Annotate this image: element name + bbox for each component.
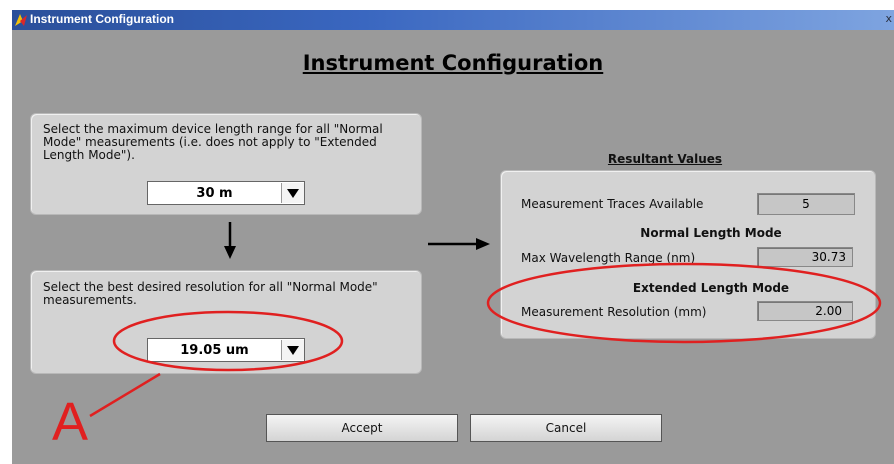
dropdown-arrow-icon[interactable]	[281, 340, 304, 360]
app-icon	[15, 14, 27, 26]
length-range-value: 30 m	[196, 185, 233, 201]
traces-label: Measurement Traces Available	[521, 197, 704, 211]
extended-length-mode-heading: Extended Length Mode	[632, 281, 790, 295]
page-title: Instrument Configuration	[302, 51, 604, 75]
close-icon[interactable]: x	[885, 12, 892, 25]
window-title: Instrument Configuration	[30, 12, 174, 26]
resolution-result-value: 2.00	[757, 301, 853, 321]
normal-length-mode-heading: Normal Length Mode	[640, 226, 782, 240]
title-bar: Instrument Configuration x	[12, 10, 894, 30]
length-range-dropdown[interactable]: 30 m	[147, 181, 305, 205]
length-range-description: Select the maximum device length range f…	[43, 122, 383, 162]
wavelength-label: Max Wavelength Range (nm)	[521, 251, 696, 265]
resultant-values-panel: Measurement Traces Available 5 Normal Le…	[500, 170, 876, 339]
instrument-configuration-window: Instrument Configuration x Instrument Co…	[12, 10, 894, 464]
resolution-description: Select the best desired resolution for a…	[43, 280, 378, 307]
traces-value: 5	[757, 193, 855, 215]
accept-button[interactable]: Accept	[266, 414, 458, 442]
resolution-result-label: Measurement Resolution (mm)	[521, 305, 707, 319]
resolution-value: 19.05 um	[180, 342, 249, 358]
annotation-letter: A	[52, 392, 89, 452]
length-range-panel: Select the maximum device length range f…	[30, 113, 422, 215]
dropdown-arrow-icon[interactable]	[281, 183, 304, 203]
wavelength-value: 30.73	[757, 247, 853, 267]
resultant-values-title: Resultant Values	[607, 152, 723, 166]
cancel-button[interactable]: Cancel	[470, 414, 662, 442]
resolution-dropdown[interactable]: 19.05 um	[147, 338, 305, 362]
resolution-panel: Select the best desired resolution for a…	[30, 270, 422, 374]
